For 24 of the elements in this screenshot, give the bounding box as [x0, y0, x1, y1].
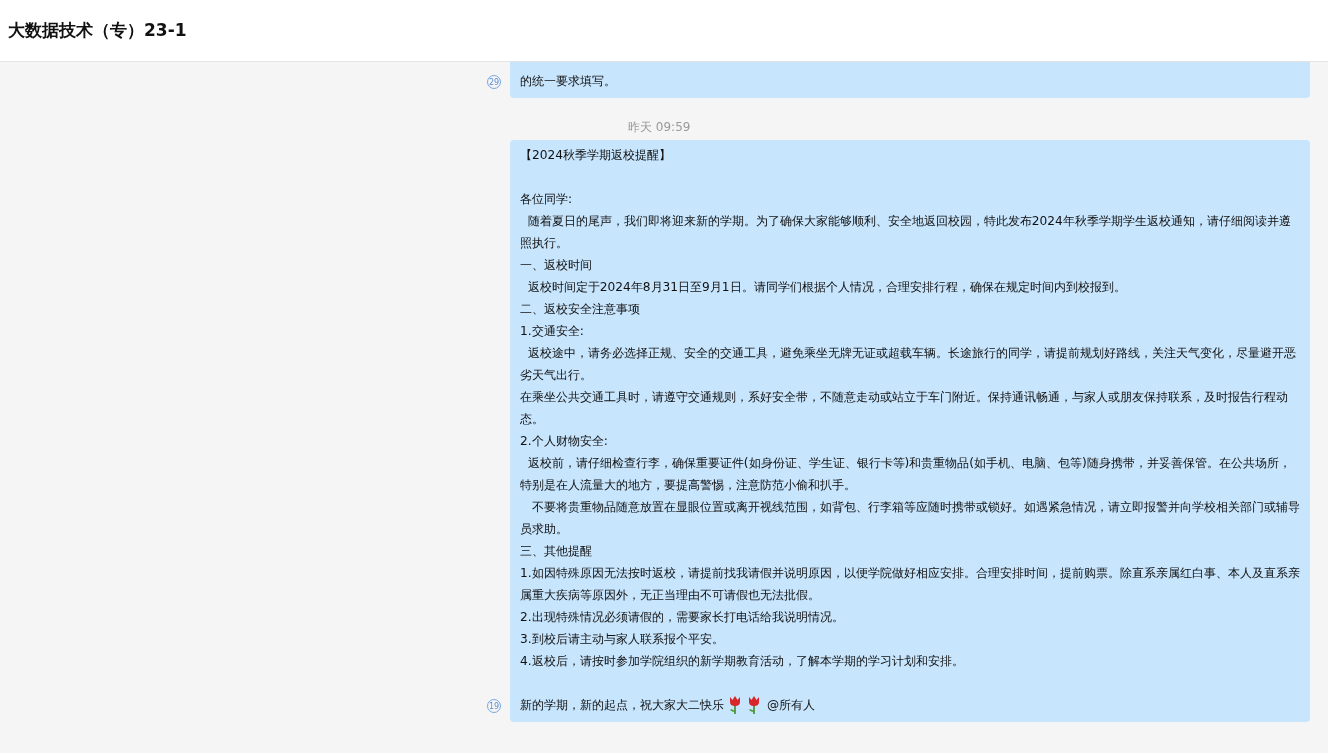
message-text: 【2024秋季学期返校提醒】 — [520, 147, 673, 164]
message-text: 返校前，请仔细检查行李，确保重要证件(如身份证、学生证、银行卡等)和贵重物品(如手机、电脑、包等)随身携带，并妥善保管。在公共场所，特别是在人流量大的地方，要提高警惕，注意防范小偷和扒手。 — [520, 455, 1292, 494]
message-text: 的统一要求填写。 — [520, 73, 617, 90]
message-text: 4.返校后，请按时参加学院组织的新学期教育活动，了解本学期的学习计划和安排。 — [520, 653, 965, 670]
message-text: 三、其他提醒 — [520, 543, 593, 560]
message-text: 随着夏日的尾声，我们即将迎来新的学期。为了确保大家能够顺利、安全地返回校园，特此发布2024年秋季学期学生返校通知，请仔细阅读并遵照执行。 — [520, 213, 1292, 252]
message-text: 2.出现特殊情况必须请假的，需要家长打电话给我说明情况。 — [520, 609, 845, 626]
tulip-icon — [727, 695, 743, 715]
timestamp: 昨天 09:59 — [628, 120, 692, 134]
mention-link[interactable]: @所有人 — [767, 694, 816, 716]
message-text: 1.交通安全: — [520, 323, 585, 340]
message-text: 1.如因特殊原因无法按时返校，请提前找我请假并说明原因，以便学院做好相应安排。合理安排时间，提前购票。除直系亲属红白事、本人及直系亲属重大疾病等原因外，无正当理由不可请假也无法批假。 — [520, 565, 1300, 604]
message-text: 3.到校后请主动与家人联系报个平安。 — [520, 631, 725, 648]
message-text: 二、返校安全注意事项 — [520, 301, 641, 318]
chat-title: 大数据技术（专）23-1 — [8, 19, 187, 42]
message-text: 新的学期，新的起点，祝大家大二快乐 — [520, 697, 724, 714]
message-text: 一、返校时间 — [520, 257, 593, 274]
message-text: 返校时间定于2024年8月31日至9月1日。请同学们根据个人情况，合理安排行程，确保在规定时间内到校报到。 — [526, 279, 1127, 296]
message-text: 2.个人财物安全: — [520, 433, 609, 450]
message-text: 在乘坐公共交通工具时，请遵守交通规则，系好安全带，不随意走动或站立于车门附近。保持通讯畅通，与家人或朋友保持联系，及时报告行程动态。 — [520, 389, 1289, 428]
message-text: 返校途中，请务必选择正规、安全的交通工具，避免乘坐无牌无证或超载车辆。长途旅行的同学，请提前规划好路线，关注天气变化，尽量避开恶劣天气出行。 — [520, 345, 1297, 384]
message-text: 不要将贵重物品随意放置在显眼位置或离开视线范围，如背包、行李箱等应随时携带或锁好。如遇紧急情况，请立即报警并向学校相关部门或辅导员求助。 — [520, 499, 1300, 538]
tulip-icon — [746, 695, 762, 715]
message-text: 各位同学: — [520, 191, 574, 208]
